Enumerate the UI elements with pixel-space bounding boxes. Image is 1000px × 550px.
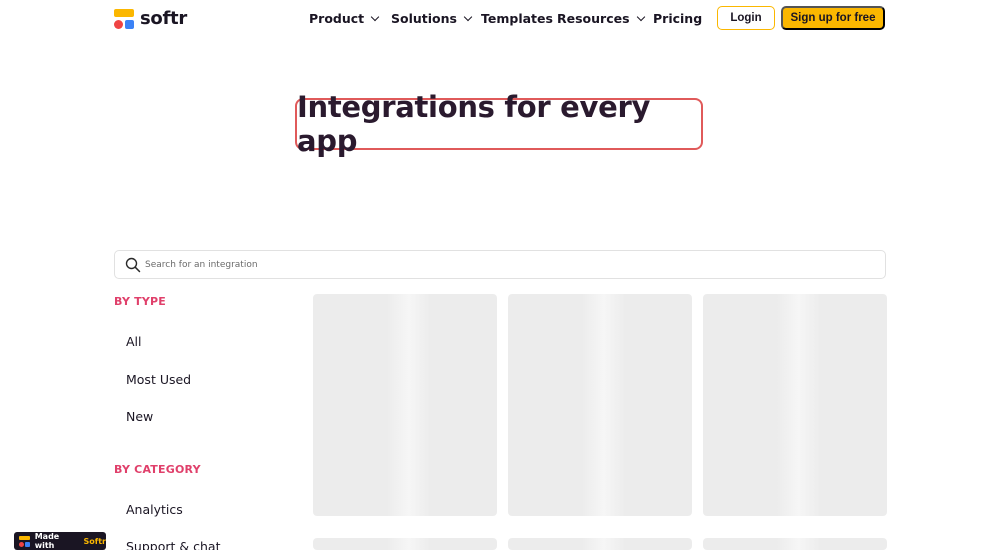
softr-logo-icon bbox=[19, 535, 30, 547]
site-header: softr Product Solutions Templates Resour… bbox=[0, 0, 1000, 38]
by-category-heading: BY CATEGORY bbox=[114, 463, 201, 476]
made-with-softr-badge[interactable]: Made with Softr bbox=[14, 532, 106, 550]
nav-solutions-label: Solutions bbox=[391, 11, 457, 26]
chevron-down-icon bbox=[463, 12, 473, 21]
search-icon bbox=[125, 257, 141, 273]
category-analytics[interactable]: Analytics bbox=[126, 502, 183, 517]
integration-card-placeholder bbox=[508, 538, 692, 550]
nav-resources[interactable]: Resources bbox=[557, 11, 645, 26]
chevron-down-icon bbox=[636, 12, 645, 21]
nav-solutions[interactable]: Solutions bbox=[391, 11, 473, 26]
softr-logo[interactable]: softr bbox=[114, 8, 187, 29]
search-bar[interactable] bbox=[114, 250, 886, 279]
filter-all[interactable]: All bbox=[126, 334, 142, 349]
nav-resources-label: Resources bbox=[557, 11, 630, 26]
badge-brand: Softr bbox=[83, 536, 106, 546]
nav-pricing[interactable]: Pricing bbox=[653, 11, 702, 26]
integration-card-placeholder bbox=[508, 294, 692, 516]
integration-card-placeholder bbox=[313, 538, 497, 550]
chevron-down-icon bbox=[370, 12, 380, 21]
nav-templates-label: Templates bbox=[481, 11, 553, 26]
nav-templates[interactable]: Templates bbox=[481, 11, 553, 26]
badge-prefix: Made with bbox=[34, 532, 60, 550]
page-title: Integrations for every app bbox=[295, 90, 703, 158]
login-button[interactable]: Login bbox=[717, 6, 775, 30]
filter-most-used[interactable]: Most Used bbox=[126, 372, 191, 387]
nav-pricing-label: Pricing bbox=[653, 11, 703, 26]
integration-card-placeholder bbox=[703, 538, 887, 550]
logo-text: softr bbox=[140, 8, 187, 29]
softr-logo-icon bbox=[114, 8, 134, 29]
integration-card-placeholder bbox=[313, 294, 497, 516]
search-input[interactable] bbox=[145, 254, 865, 276]
nav-product-label: Product bbox=[309, 11, 365, 26]
category-support-chat[interactable]: Support & chat bbox=[126, 539, 220, 550]
nav-product[interactable]: Product bbox=[309, 11, 380, 26]
signup-button[interactable]: Sign up for free bbox=[781, 6, 885, 30]
integration-card-placeholder bbox=[703, 294, 887, 516]
by-type-heading: BY TYPE bbox=[114, 295, 167, 308]
filter-new[interactable]: New bbox=[126, 409, 153, 424]
